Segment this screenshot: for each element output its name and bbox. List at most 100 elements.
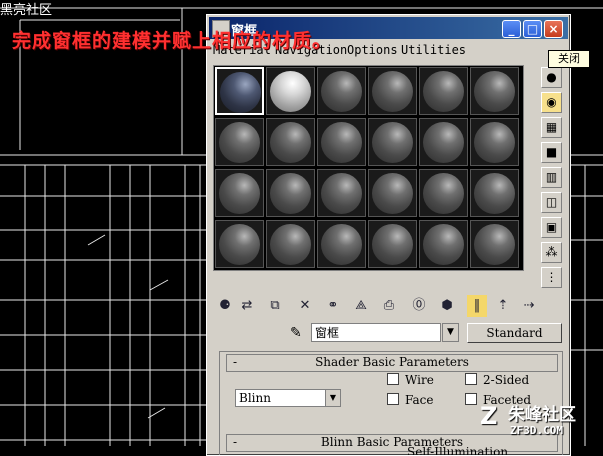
bottom-watermark: Z 朱峰社区 ZF3D.COM [478,400,603,446]
shader-rollout-header[interactable]: - Shader Basic Parameters [226,354,558,372]
eyedropper-icon[interactable]: ✎ [290,325,306,341]
material-sphere [270,224,311,265]
background-button[interactable]: ▦ [541,117,562,138]
sample-slot[interactable] [368,220,417,268]
minimize-button[interactable]: _ [502,20,521,38]
select-icon: ⁂ [545,245,558,259]
material-sphere [270,122,311,163]
show-map-button[interactable]: ⬢ [437,295,457,317]
sample-slot[interactable] [470,67,519,115]
film-icon: ◫ [545,195,558,209]
material-sphere [372,224,413,265]
sample-slot[interactable] [368,169,417,217]
sample-slot[interactable] [317,169,366,217]
tutorial-caption: 完成窗框的建模并赋上相应的材质。 [12,30,333,52]
sample-slot[interactable] [470,169,519,217]
select-by-material-button[interactable]: ⁂ [541,242,562,263]
rollout-title: Shader Basic Parameters [315,355,469,369]
brand-name: 朱峰社区 [508,405,576,425]
make-unique-button[interactable]: ⟁ [351,295,371,317]
sample-slot[interactable] [266,169,315,217]
material-sphere [219,224,260,265]
close-button[interactable]: × [544,20,563,38]
two-sided-checkbox[interactable]: 2-Sided [465,373,529,387]
assign-material-button[interactable]: ⧉ [265,295,285,317]
material-sphere [372,122,413,163]
material-type-button[interactable]: Standard [467,323,562,343]
wire-checkbox[interactable]: Wire [387,373,434,387]
sample-slot[interactable] [215,67,264,115]
get-material-button[interactable]: ⚈ [215,295,235,317]
menu-utilities[interactable]: Utilities [401,43,466,57]
sample-slot[interactable] [419,220,468,268]
checkbox-box[interactable] [387,393,399,405]
effects-channel-button[interactable]: ⓪ [409,295,429,317]
sample-slot[interactable] [317,67,366,115]
options-icon: ▣ [545,220,558,234]
checkbox-box[interactable] [387,373,399,385]
backlight-button[interactable]: ◉ [541,92,562,113]
material-sphere [423,71,464,112]
face-map-checkbox[interactable]: Face [387,393,434,407]
sphere-icon: ● [546,70,557,84]
checkbox-box[interactable] [465,373,477,385]
assign-icon: ⧉ [270,298,280,313]
sample-slot[interactable] [419,118,468,166]
sample-uv-button[interactable]: ■ [541,142,562,163]
checkbox-box[interactable] [465,393,477,405]
material-sphere [270,71,311,112]
material-sphere [321,71,362,112]
library-icon: ⎙ [383,298,395,313]
material-sphere [474,224,515,265]
material-sphere [372,71,413,112]
go-sibling-button[interactable]: ⇢ [519,295,539,317]
sample-type-button[interactable]: ● [541,67,562,88]
material-sphere [423,122,464,163]
sample-slot[interactable] [317,220,366,268]
show-end-result-button[interactable]: ‖ [467,295,487,317]
sample-slot[interactable] [419,67,468,115]
sample-slot[interactable] [368,67,417,115]
go-parent-button[interactable]: ⇡ [493,295,513,317]
unique-icon: ⟁ [355,298,367,313]
material-name-field[interactable]: 窗框 [311,323,441,342]
sample-slot[interactable] [215,220,264,268]
put-to-library-button[interactable]: ⎙ [379,295,399,317]
shader-select[interactable]: Blinn ▼ [235,389,341,407]
sample-slot[interactable] [215,118,264,166]
material-sphere [474,71,515,112]
material-sphere [219,173,260,214]
chevron-down-icon: ▼ [325,390,340,406]
backlight-icon: ◉ [546,95,557,109]
make-preview-button[interactable]: ◫ [541,192,562,213]
get-material-icon: ⚈ [219,298,231,313]
sample-slot[interactable] [470,118,519,166]
put-material-button[interactable]: ⇄ [237,295,257,317]
material-sphere [423,173,464,214]
color-bars-icon: ▥ [545,170,558,184]
sample-slot[interactable] [317,118,366,166]
sample-slot[interactable] [470,220,519,268]
menu-options[interactable]: Options [347,43,398,57]
options-button[interactable]: ▣ [541,217,562,238]
material-navigator-button[interactable]: ⋮ [541,267,562,288]
navigator-icon: ⋮ [545,270,558,284]
material-sphere [321,224,362,265]
copy-icon: ⚭ [327,298,339,313]
reset-material-button[interactable]: ✕ [295,295,315,317]
sample-slot[interactable] [368,118,417,166]
copy-material-button[interactable]: ⚭ [323,295,343,317]
sample-slot[interactable] [419,169,468,217]
video-color-check-button[interactable]: ▥ [541,167,562,188]
maximize-button[interactable]: □ [523,20,542,38]
end-result-icon: ‖ [473,298,481,313]
sample-slot[interactable] [266,118,315,166]
material-sphere [219,122,260,163]
channel-icon: ⓪ [412,298,426,313]
sample-slot[interactable] [266,67,315,115]
sample-slot[interactable] [266,220,315,268]
material-name-dropdown[interactable]: ▼ [442,323,459,342]
sample-slot[interactable] [215,169,264,217]
material-editor-window: 窗框 _ □ × Material Navigation Options Uti… [206,14,571,456]
minimize-icon: _ [508,22,515,36]
